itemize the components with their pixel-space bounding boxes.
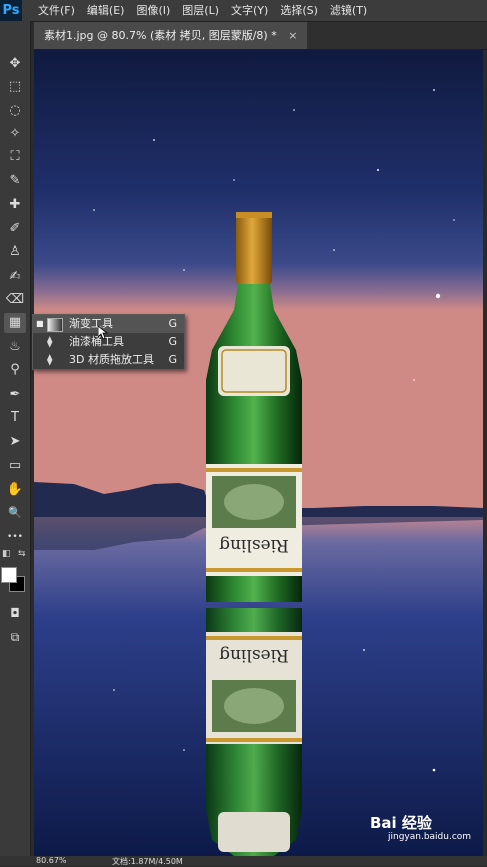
gradient-tool-flyout: ■ 渐变工具 G ⧫ 油漆桶工具 G ⧫ 3D 材质拖放工具 G bbox=[32, 314, 185, 370]
document-tab[interactable]: 素材1.jpg @ 80.7% (素材 拷贝, 图层蒙版/8) * × bbox=[34, 22, 308, 49]
close-icon[interactable]: × bbox=[288, 29, 297, 42]
move-tool-icon[interactable]: ✥ bbox=[4, 54, 26, 74]
swap-colors-icon[interactable]: ⇆ bbox=[18, 549, 26, 559]
svg-text:Riesling: Riesling bbox=[219, 535, 289, 555]
dodge-tool-icon[interactable]: ⚲ bbox=[4, 360, 26, 380]
status-bar: 80.67% 文档:1.87M/4.50M bbox=[0, 856, 487, 866]
zoom-level[interactable]: 80.67% bbox=[36, 856, 67, 865]
paint-bucket-icon: ⧫ bbox=[47, 335, 53, 348]
foreground-color-swatch[interactable] bbox=[1, 567, 17, 583]
flyout-item-label: 3D 材质拖放工具 bbox=[69, 353, 154, 366]
type-tool-icon[interactable]: T bbox=[4, 408, 26, 428]
menu-image[interactable]: 图像(I) bbox=[136, 0, 170, 21]
flyout-item-paint-bucket-tool[interactable]: ⧫ 油漆桶工具 G bbox=[33, 333, 184, 351]
eraser-tool-icon[interactable]: ⌫ bbox=[4, 290, 26, 310]
flyout-item-3d-material-drop-tool[interactable]: ⧫ 3D 材质拖放工具 G bbox=[33, 351, 184, 369]
flyout-item-shortcut: G bbox=[168, 353, 177, 366]
history-brush-tool-icon[interactable]: ✍ bbox=[4, 267, 26, 287]
document-tab-bar: 素材1.jpg @ 80.7% (素材 拷贝, 图层蒙版/8) * × bbox=[34, 22, 487, 50]
3d-material-drop-icon: ⧫ bbox=[47, 353, 53, 366]
pen-tool-icon[interactable]: ✒ bbox=[4, 385, 26, 405]
gradient-icon bbox=[47, 318, 63, 332]
selected-bullet-icon: ■ bbox=[36, 319, 44, 328]
document-size: 文档:1.87M/4.50M bbox=[112, 857, 183, 866]
screen-mode-icon[interactable]: ⧉ bbox=[4, 627, 26, 647]
eyedropper-tool-icon[interactable]: ✎ bbox=[4, 171, 26, 191]
photoshop-logo[interactable]: Ps bbox=[0, 0, 22, 21]
hand-tool-icon[interactable]: ✋ bbox=[4, 480, 26, 500]
lasso-tool-icon[interactable]: ◌ bbox=[4, 101, 26, 121]
menu-edit[interactable]: 编辑(E) bbox=[87, 0, 125, 21]
rectangle-tool-icon[interactable]: ▭ bbox=[4, 456, 26, 476]
crop-tool-icon[interactable]: ⛶ bbox=[4, 147, 26, 167]
menu-type[interactable]: 文字(Y) bbox=[231, 0, 268, 21]
flyout-item-gradient-tool[interactable]: ■ 渐变工具 G bbox=[33, 315, 184, 333]
tools-panel: ✥ ⬚ ◌ ✧ ⛶ ✎ ✚ ✐ ♙ ✍ ⌫ ▦ ♨ ⚲ ✒ T ➤ ▭ ✋ 🔍 … bbox=[0, 21, 31, 856]
svg-text:Riesling: Riesling bbox=[219, 645, 289, 665]
menu-layer[interactable]: 图层(L) bbox=[182, 0, 219, 21]
baidu-watermark-logo: Bai 经验 bbox=[370, 814, 432, 832]
menu-bar: Ps 文件(F) 编辑(E) 图像(I) 图层(L) 文字(Y) 选择(S) 滤… bbox=[0, 0, 487, 22]
brush-tool-icon[interactable]: ✐ bbox=[4, 219, 26, 239]
menu-items: 文件(F) 编辑(E) 图像(I) 图层(L) 文字(Y) 选择(S) 滤镜(T… bbox=[38, 0, 367, 21]
quick-mask-icon[interactable]: ◘ bbox=[4, 603, 26, 623]
default-colors-icon[interactable]: ◧ bbox=[2, 549, 11, 559]
zoom-tool-icon[interactable]: 🔍 bbox=[4, 503, 26, 523]
healing-brush-tool-icon[interactable]: ✚ bbox=[4, 195, 26, 215]
blur-tool-icon[interactable]: ♨ bbox=[4, 337, 26, 357]
gradient-tool-icon[interactable]: ▦ bbox=[4, 313, 26, 333]
magic-wand-tool-icon[interactable]: ✧ bbox=[4, 124, 26, 144]
flyout-item-shortcut: G bbox=[168, 317, 177, 330]
mouse-cursor-icon bbox=[98, 326, 108, 340]
vertical-scrollbar[interactable] bbox=[483, 50, 487, 856]
more-tools-icon[interactable]: ••• bbox=[4, 527, 26, 547]
marquee-tool-icon[interactable]: ⬚ bbox=[4, 77, 26, 97]
canvas-image: Riesling Riesling bbox=[34, 50, 483, 856]
document-canvas[interactable]: Riesling Riesling bbox=[34, 50, 483, 856]
flyout-item-label: 油漆桶工具 bbox=[69, 335, 124, 348]
menu-filter[interactable]: 滤镜(T) bbox=[330, 0, 367, 21]
flyout-item-shortcut: G bbox=[168, 335, 177, 348]
baidu-watermark-url: jingyan.baidu.com bbox=[388, 832, 472, 842]
menu-select[interactable]: 选择(S) bbox=[280, 0, 318, 21]
menu-file[interactable]: 文件(F) bbox=[38, 0, 75, 21]
document-tab-title: 素材1.jpg @ 80.7% (素材 拷贝, 图层蒙版/8) * bbox=[44, 29, 277, 42]
clone-stamp-tool-icon[interactable]: ♙ bbox=[4, 242, 26, 262]
path-selection-tool-icon[interactable]: ➤ bbox=[4, 432, 26, 452]
